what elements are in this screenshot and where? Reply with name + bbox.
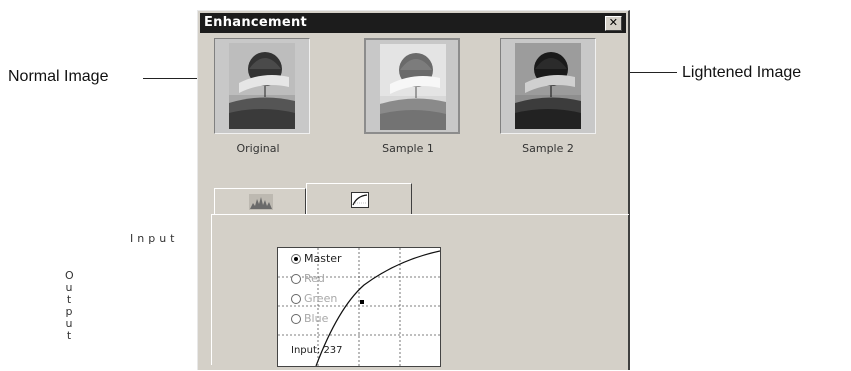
normal-image-callout: Normal Image <box>8 68 109 85</box>
channel-blue-option[interactable]: Blue <box>291 312 328 325</box>
channel-red-option[interactable]: Red <box>291 272 325 285</box>
curve-icon <box>351 192 369 213</box>
channel-blue-label: Blue <box>304 312 329 325</box>
radio-icon <box>291 294 301 304</box>
input-value-readout: Input: 237 <box>291 345 343 356</box>
lightened-image-callout: Lightened Image <box>682 64 802 81</box>
input-axis-label: Input <box>130 232 179 245</box>
output-axis-label: Output <box>63 270 75 342</box>
original-preview-image <box>229 43 295 129</box>
close-button[interactable]: ✕ <box>605 16 622 31</box>
sample-1-preview-image <box>380 44 446 130</box>
histogram-icon <box>249 194 273 215</box>
output-axis-label-text: Output <box>65 269 74 342</box>
tab-curves[interactable] <box>306 183 412 215</box>
radio-icon <box>291 314 301 324</box>
sample-1-caption: Sample 1 <box>382 142 434 155</box>
sample-2-preview-image <box>515 43 581 129</box>
tab-histogram[interactable] <box>214 188 306 214</box>
sample-2-caption: Sample 2 <box>522 142 574 155</box>
original-caption: Original <box>236 142 280 155</box>
channel-master-label: Master <box>304 252 342 265</box>
sample-1-thumbnail[interactable] <box>364 38 460 134</box>
dialog-title: Enhancement <box>204 15 308 30</box>
radio-icon <box>291 274 301 284</box>
radio-icon <box>291 254 301 264</box>
channel-green-label: Green <box>304 292 338 305</box>
curve-control-point <box>360 300 364 304</box>
sample-2-thumbnail[interactable] <box>500 38 596 134</box>
dialog-titlebar[interactable]: Enhancement ✕ <box>200 13 626 33</box>
channel-red-label: Red <box>304 272 325 285</box>
close-icon: ✕ <box>608 16 619 29</box>
original-thumbnail[interactable] <box>214 38 310 134</box>
channel-green-option[interactable]: Green <box>291 292 337 305</box>
channel-master-option[interactable]: Master <box>291 252 342 265</box>
